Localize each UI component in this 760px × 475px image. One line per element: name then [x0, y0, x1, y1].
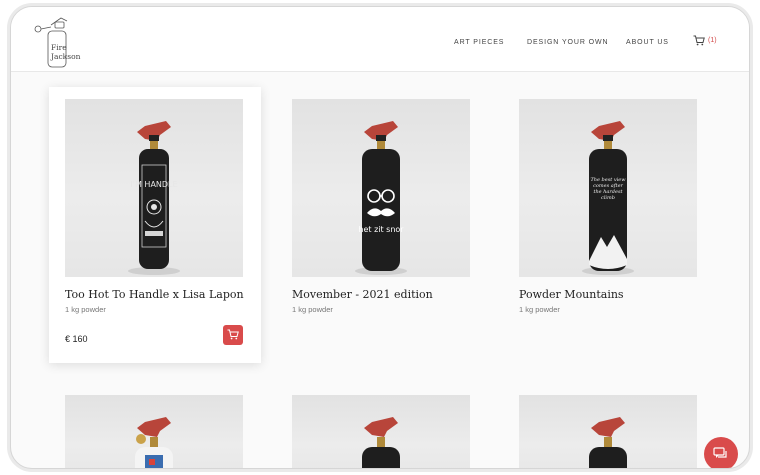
brand-logo[interactable]: Fire Jackson: [33, 13, 93, 69]
brand-name-line2: Jackson: [51, 52, 81, 61]
chat-button[interactable]: [704, 437, 738, 468]
browser-frame: Fire Jackson ART PIECES DESIGN YOUR OWN …: [10, 6, 750, 469]
product-image[interactable]: The best view comes after the hardest cl…: [519, 99, 697, 277]
product-card[interactable]: I'M HANDLE Too Hot To Handle x Lisa Lapo…: [49, 87, 261, 363]
art-text: het zit snor: [358, 225, 404, 234]
product-card[interactable]: [503, 383, 715, 468]
cart-icon: [227, 329, 239, 340]
product-image[interactable]: I'M HANDLE: [65, 99, 243, 277]
cart-count-badge[interactable]: (1): [708, 37, 717, 44]
art-text: I'M HANDLE: [130, 180, 177, 189]
product-title[interactable]: Too Hot To Handle x Lisa Lapon: [65, 288, 244, 301]
product-title[interactable]: Movember - 2021 edition: [292, 288, 433, 301]
site-header: Fire Jackson ART PIECES DESIGN YOUR OWN …: [11, 7, 749, 72]
product-subtitle: 1 kg powder: [519, 305, 560, 314]
product-image[interactable]: [292, 395, 470, 468]
add-to-cart-button[interactable]: [223, 325, 243, 345]
product-image[interactable]: [519, 395, 697, 468]
product-subtitle: 1 kg powder: [65, 305, 106, 314]
product-image[interactable]: het zit snor: [292, 99, 470, 277]
product-card[interactable]: het zit snor Movember - 2021 edition 1 k…: [276, 87, 488, 363]
nav-art-pieces[interactable]: ART PIECES: [454, 39, 504, 46]
cart-icon[interactable]: [693, 35, 705, 46]
product-image[interactable]: [65, 395, 243, 468]
product-subtitle: 1 kg powder: [292, 305, 333, 314]
product-card[interactable]: The best view comes after the hardest cl…: [503, 87, 715, 363]
nav-design-your-own[interactable]: DESIGN YOUR OWN: [527, 39, 608, 46]
nav-about-us[interactable]: ABOUT US: [626, 39, 669, 46]
brand-name-line1: Fire: [51, 43, 67, 52]
product-title[interactable]: Powder Mountains: [519, 288, 624, 301]
product-card[interactable]: [276, 383, 488, 468]
art-text: The best view comes after the hardest cl…: [590, 177, 626, 201]
product-card[interactable]: [49, 383, 261, 468]
chat-icon: [713, 447, 727, 458]
product-price: € 160: [65, 334, 88, 344]
